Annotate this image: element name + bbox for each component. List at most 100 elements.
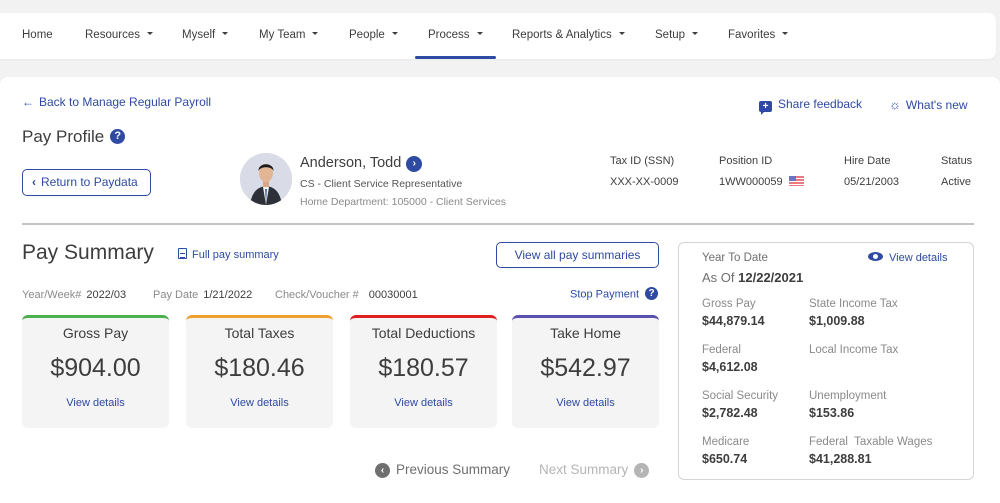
caret-down-icon (146, 32, 153, 36)
nav-item-myself[interactable]: Myself (182, 13, 229, 59)
tax-id-value[interactable]: XXX-XX-0009 (610, 176, 678, 188)
person-photo-icon (240, 153, 292, 205)
nav-label: People (349, 29, 385, 41)
share-feedback-link[interactable]: + Share feedback (759, 97, 863, 115)
full-pay-summary-label: Full pay summary (192, 249, 279, 261)
ytd-label: Gross Pay (702, 298, 756, 310)
ytd-label: Medicare (702, 436, 750, 448)
full-pay-summary-link[interactable]: Full pay summary (178, 248, 279, 261)
whats-new-label: What's new (905, 98, 968, 112)
document-icon (178, 248, 187, 259)
view-details-link[interactable]: View details (22, 397, 169, 409)
lightbulb-icon: ☼ (889, 97, 901, 112)
caret-down-icon (618, 32, 625, 36)
stop-payment-label: Stop Payment (570, 288, 640, 301)
view-all-pay-summaries-button[interactable]: View all pay summaries (496, 242, 659, 268)
next-summary-label: Next Summary (539, 462, 629, 477)
pay-date-value: 1/21/2022 (203, 289, 253, 301)
chevron-right-circle-icon[interactable]: › (406, 156, 423, 172)
share-feedback-label: Share feedback (778, 97, 863, 111)
section-divider (22, 223, 974, 225)
nav-item-reports-analytics[interactable]: Reports & Analytics (512, 13, 625, 59)
ytd-local-income-tax: Local Income Tax (809, 344, 898, 360)
ytd-federal-taxable-wages: Federal Taxable Wages $41,288.81 (809, 436, 932, 466)
ytd-label: Federal (702, 344, 741, 356)
nav-label: Resources (85, 29, 140, 41)
feedback-plus-icon: + (759, 101, 772, 115)
ytd-title: Year To Date (702, 252, 768, 264)
year-week-label: Year/Week# (22, 289, 82, 301)
help-icon[interactable]: ? (645, 287, 659, 300)
ytd-value: $41,288.81 (809, 452, 872, 466)
nav-item-resources[interactable]: Resources (85, 13, 153, 59)
us-flag-icon (788, 176, 804, 186)
employee-name: Anderson, Todd › (300, 155, 423, 172)
hire-date-label: Hire Date (844, 155, 891, 167)
view-details-link[interactable]: View details (512, 397, 659, 409)
tax-id-label: Tax ID (SSN) (610, 155, 675, 167)
back-to-payroll-link[interactable]: ← Back to Manage Regular Payroll (22, 95, 211, 109)
position-id-value: 1WW000059 (719, 176, 783, 188)
caret-down-icon (476, 32, 483, 36)
ytd-label: Social Security (702, 390, 779, 402)
view-details-link[interactable]: View details (186, 397, 333, 409)
main-panel: ← Back to Manage Regular Payroll Pay Prof… (0, 77, 1000, 503)
card-value: $904.00 (50, 354, 141, 382)
tax-id-field: Tax ID (SSN) XXX-XX-0009 (610, 155, 678, 188)
top-nav: Home Resources Myself My Team People Pro… (0, 13, 996, 59)
eye-icon (868, 252, 883, 261)
nav-item-favorites[interactable]: Favorites (728, 13, 789, 59)
pay-summary-title: Pay Summary (22, 241, 154, 264)
ytd-value: $153.86 (809, 406, 855, 420)
previous-summary-button[interactable]: ‹ Previous Summary (375, 462, 510, 478)
nav-item-home[interactable]: Home (22, 13, 53, 59)
ytd-social-security: Social Security $2,782.48 (702, 390, 778, 420)
ytd-federal: Federal $4,612.08 (702, 344, 758, 374)
year-week-field: Year/Week# 2022/03 (22, 289, 126, 301)
card-value: $180.57 (378, 354, 469, 382)
year-to-date-panel: Year To Date As Of 12/22/2021 View detai… (678, 242, 974, 480)
chevron-right-circle-icon: › (634, 463, 650, 478)
whats-new-link[interactable]: ☼ What's new (889, 97, 968, 112)
card-value: $180.46 (214, 354, 305, 382)
ytd-unemployment: Unemployment $153.86 (809, 390, 886, 420)
ytd-as-of: As Of 12/22/2021 (702, 270, 803, 285)
chevron-left-circle-icon: ‹ (375, 463, 390, 478)
ytd-value: $1,009.88 (809, 314, 865, 328)
ytd-state-income-tax: State Income Tax $1,009.88 (809, 298, 898, 328)
nav-item-my-team[interactable]: My Team (259, 13, 319, 59)
previous-summary-label: Previous Summary (396, 462, 511, 477)
check-voucher-field: Check/Voucher # 00030001 (275, 289, 418, 301)
ytd-value: $650.74 (702, 452, 748, 466)
return-to-paydata-button[interactable]: ‹ Return to Paydata (22, 169, 151, 196)
position-id-label: Position ID (719, 155, 773, 167)
caret-down-icon (782, 32, 789, 36)
employee-avatar (240, 153, 292, 205)
employee-department: Home Department: 105000 - Client Service… (300, 196, 507, 208)
as-of-date: 12/22/2021 (738, 270, 804, 285)
ytd-value: $44,879.14 (702, 314, 765, 328)
ytd-label: Local Income Tax (809, 344, 899, 356)
ytd-medicare: Medicare $650.74 (702, 436, 749, 466)
nav-label: Reports & Analytics (512, 29, 612, 41)
nav-item-people[interactable]: People (349, 13, 398, 59)
nav-label: Process (428, 29, 470, 41)
pay-date-field: Pay Date 1/21/2022 (153, 289, 252, 301)
page-title-text: Pay Profile (22, 127, 105, 146)
next-summary-button: Next Summary › (539, 462, 650, 478)
caret-down-icon (312, 32, 319, 36)
caret-down-icon (222, 32, 229, 36)
nav-item-process[interactable]: Process (415, 13, 495, 59)
nav-item-setup[interactable]: Setup (655, 13, 699, 59)
return-button-label: Return to Paydata (41, 175, 138, 189)
ytd-label: State Income Tax (809, 298, 898, 310)
year-week-value: 2022/03 (86, 289, 127, 301)
help-icon[interactable]: ? (110, 129, 126, 145)
stop-payment-link[interactable]: Stop Payment? (570, 287, 659, 301)
ytd-label: Unemployment (809, 390, 887, 402)
ytd-view-details-link[interactable]: View details (868, 252, 948, 264)
ytd-gross-pay: Gross Pay $44,879.14 (702, 298, 765, 328)
card-label: Total Taxes (224, 325, 295, 341)
view-details-link[interactable]: View details (350, 397, 497, 409)
hire-date-value: 05/21/2003 (844, 176, 900, 188)
